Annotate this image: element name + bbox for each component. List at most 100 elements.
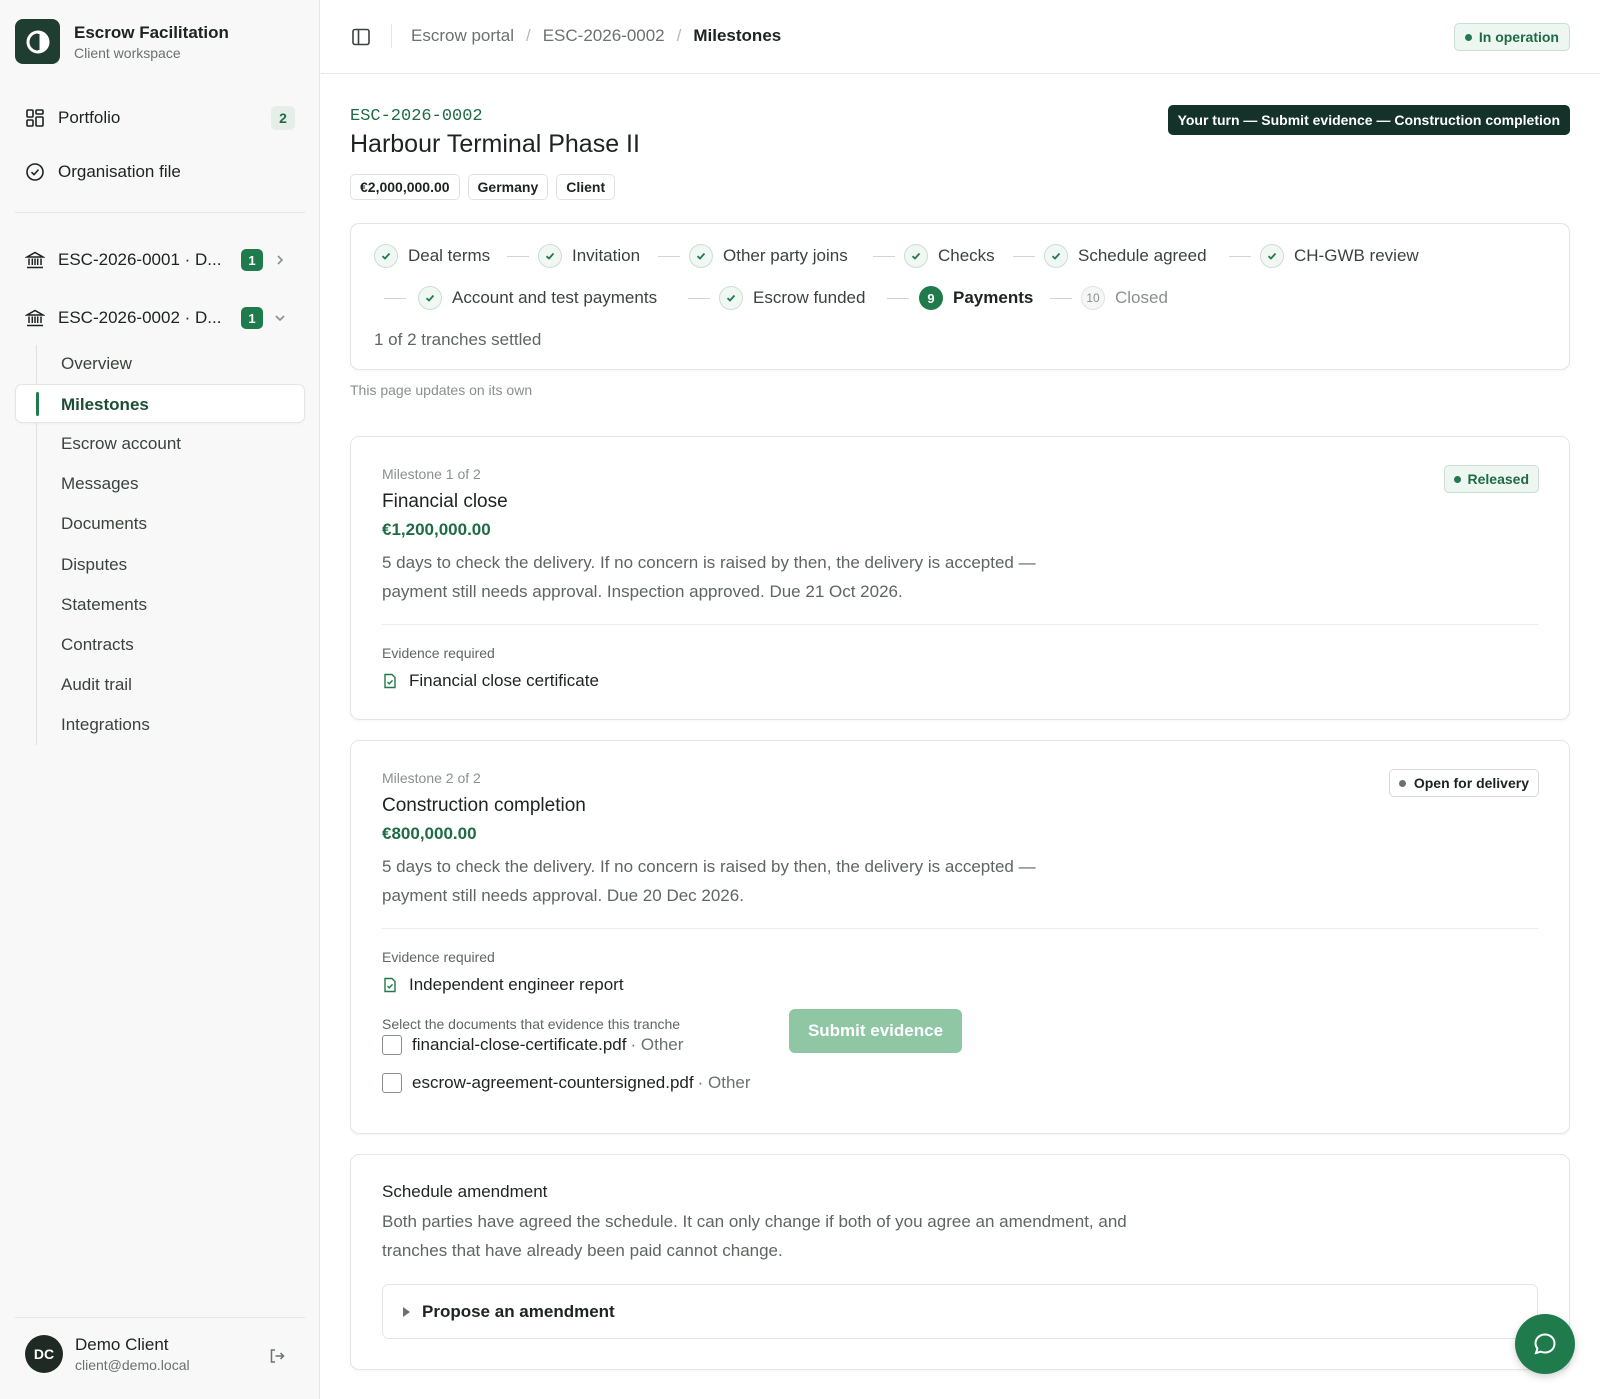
subnav-messages[interactable]: Messages bbox=[61, 465, 138, 503]
amendment-title: Schedule amendment bbox=[382, 1182, 548, 1201]
breadcrumb-deal[interactable]: ESC-2026-0002 bbox=[543, 26, 665, 46]
user-profile[interactable]: DC Demo Client client@demo.local bbox=[25, 1335, 190, 1373]
evidence-required-label: Evidence required bbox=[382, 645, 495, 661]
grid-icon bbox=[25, 108, 45, 128]
chevron-right-icon[interactable] bbox=[271, 251, 289, 269]
subnav-documents[interactable]: Documents bbox=[61, 505, 147, 543]
badge-text: Released bbox=[1467, 471, 1529, 487]
sidebar-item-deal-1[interactable]: ESC-2026-0001 · D... 1 bbox=[15, 238, 305, 282]
subnav-statements[interactable]: Statements bbox=[61, 586, 147, 624]
step-account-and-test-payments: Account and test payments bbox=[418, 285, 657, 311]
subnav-integrations[interactable]: Integrations bbox=[61, 706, 150, 744]
step-connector bbox=[688, 298, 710, 299]
open-status-badge: Open for delivery bbox=[1388, 769, 1539, 797]
breadcrumb-separator: / bbox=[525, 26, 531, 45]
sidebar-footer-divider bbox=[15, 1317, 305, 1318]
file-checkbox[interactable] bbox=[382, 1073, 402, 1093]
description-line: Both parties have agreed the schedule. I… bbox=[382, 1212, 1127, 1231]
chat-button[interactable] bbox=[1515, 1314, 1575, 1374]
page-title: Harbour Terminal Phase II bbox=[350, 130, 640, 158]
subnav-escrow-account[interactable]: Escrow account bbox=[61, 425, 181, 463]
progress-steps: Deal terms Invitation Other party joins … bbox=[350, 223, 1570, 370]
milestone-amount: €800,000.00 bbox=[382, 824, 477, 843]
step-schedule-agreed: Schedule agreed bbox=[1044, 243, 1207, 269]
step-connector bbox=[1013, 256, 1035, 257]
milestone-divider bbox=[382, 928, 1538, 929]
milestone-card-2: Milestone 2 of 2 Construction completion… bbox=[350, 740, 1570, 1134]
evidence-name: Independent engineer report bbox=[409, 975, 624, 994]
subnav-disputes[interactable]: Disputes bbox=[61, 546, 127, 584]
sidebar-item-portfolio[interactable]: Portfolio 2 bbox=[15, 96, 305, 140]
step-ch-gwb-review: CH-GWB review bbox=[1260, 243, 1419, 269]
step-invitation: Invitation bbox=[538, 243, 640, 269]
evidence-item: Independent engineer report bbox=[382, 975, 624, 995]
sidebar-divider bbox=[15, 212, 305, 213]
topbar: Escrow portal / ESC-2026-0002 / Mileston… bbox=[321, 0, 1600, 74]
step-label: Closed bbox=[1115, 288, 1168, 307]
sidebar-item-label: ESC-2026-0002 · D... bbox=[58, 308, 222, 327]
file-option[interactable]: financial-close-certificate.pdf · Other bbox=[382, 1035, 683, 1055]
step-number: 10 bbox=[1081, 286, 1105, 310]
logout-icon[interactable] bbox=[268, 1347, 286, 1365]
step-label: Other party joins bbox=[723, 246, 848, 265]
file-option[interactable]: escrow-agreement-countersigned.pdf · Oth… bbox=[382, 1073, 751, 1093]
step-label: CH-GWB review bbox=[1294, 246, 1419, 265]
check-icon bbox=[1260, 244, 1284, 268]
subnav-milestones[interactable]: Milestones bbox=[15, 384, 305, 423]
step-connector bbox=[658, 256, 680, 257]
breadcrumb-portal[interactable]: Escrow portal bbox=[411, 26, 514, 46]
step-connector bbox=[1229, 256, 1251, 257]
description-line: 5 days to check the delivery. If no conc… bbox=[382, 857, 1036, 876]
milestone-description: 5 days to check the delivery. If no conc… bbox=[382, 548, 1102, 606]
step-label: Invitation bbox=[572, 246, 641, 265]
auto-update-note: This page updates on its own bbox=[350, 382, 533, 398]
deal-chips: €2,000,000.00 Germany Client bbox=[350, 174, 623, 200]
check-icon bbox=[1044, 244, 1068, 268]
description-line: tranches that have already been paid can… bbox=[382, 1241, 783, 1260]
milestone-amount: €1,200,000.00 bbox=[382, 520, 491, 539]
brand-subtitle: Client workspace bbox=[74, 44, 181, 61]
chevron-down-icon[interactable] bbox=[271, 309, 289, 327]
subnav-contracts[interactable]: Contracts bbox=[61, 626, 134, 664]
propose-amendment-toggle[interactable]: Propose an amendment bbox=[382, 1284, 1538, 1339]
milestone-label: Milestone 2 of 2 bbox=[382, 770, 481, 786]
role-chip: Client bbox=[556, 174, 616, 200]
step-escrow-funded: Escrow funded bbox=[719, 285, 865, 311]
subnav-audit-trail[interactable]: Audit trail bbox=[61, 666, 132, 704]
badge-text: Open for delivery bbox=[1413, 775, 1529, 791]
evidence-name: Financial close certificate bbox=[409, 671, 599, 690]
file-name: financial-close-certificate.pdf bbox=[412, 1035, 627, 1054]
brand[interactable]: Escrow Facilitation Client workspace bbox=[15, 19, 229, 64]
deal-code: ESC-2026-0002 bbox=[350, 107, 483, 126]
select-documents-label: Select the documents that evidence this … bbox=[382, 1016, 681, 1032]
document-check-icon bbox=[382, 673, 398, 689]
submit-evidence-button[interactable]: Submit evidence bbox=[789, 1009, 962, 1053]
sidebar-item-deal-2[interactable]: ESC-2026-0002 · D... 1 bbox=[15, 296, 305, 340]
description-line: payment still needs approval. Due 20 Dec… bbox=[382, 886, 744, 905]
sidebar-toggle-icon[interactable] bbox=[351, 27, 371, 47]
step-connector bbox=[384, 298, 406, 299]
check-circle-icon bbox=[25, 162, 45, 182]
step-deal-terms: Deal terms bbox=[374, 243, 490, 269]
your-turn-banner[interactable]: Your turn — Submit evidence — Constructi… bbox=[1167, 105, 1570, 135]
portfolio-count-badge: 2 bbox=[271, 106, 295, 130]
step-label: Payments bbox=[953, 288, 1034, 307]
subnav-overview[interactable]: Overview bbox=[61, 345, 132, 383]
sidebar-item-label: Portfolio bbox=[58, 108, 121, 127]
sidebar-item-organisation-file[interactable]: Organisation file bbox=[15, 150, 305, 194]
check-icon bbox=[538, 244, 562, 268]
step-label: Deal terms bbox=[408, 246, 491, 265]
step-label: Schedule agreed bbox=[1078, 246, 1207, 265]
file-kind: · Other bbox=[630, 1035, 684, 1054]
brand-title: Escrow Facilitation bbox=[74, 22, 229, 42]
file-checkbox[interactable] bbox=[382, 1035, 402, 1055]
milestone-card-1: Milestone 1 of 2 Financial close €1,200,… bbox=[350, 436, 1570, 720]
operation-status-badge: In operation bbox=[1453, 23, 1570, 51]
document-check-icon bbox=[382, 977, 398, 993]
amendment-description: Both parties have agreed the schedule. I… bbox=[382, 1207, 1182, 1265]
status-text: In operation bbox=[1478, 29, 1559, 45]
schedule-amendment-card: Schedule amendment Both parties have agr… bbox=[350, 1154, 1570, 1370]
check-icon bbox=[418, 286, 442, 310]
chat-bubble-icon bbox=[1534, 1333, 1556, 1355]
caret-right-icon bbox=[403, 1306, 410, 1317]
